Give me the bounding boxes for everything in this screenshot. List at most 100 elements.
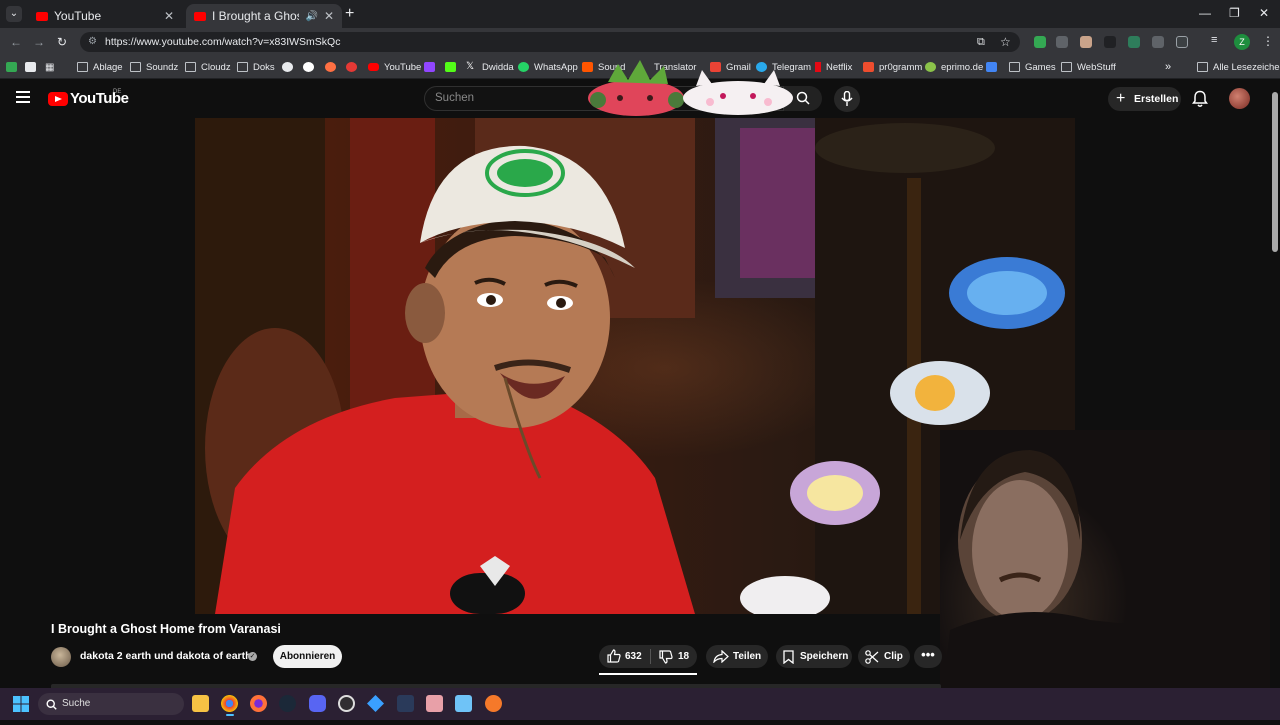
like-button[interactable]: 632 [599,645,650,668]
bookmark-icon-only[interactable] [6,59,22,75]
firefox-icon[interactable] [250,695,267,712]
extension-icon[interactable] [1056,36,1068,48]
profile-avatar[interactable]: Z [1234,34,1250,50]
channel-avatar[interactable] [51,647,71,667]
folder-icon [185,62,196,72]
clip-button[interactable]: Clip [858,645,910,668]
minimize-button[interactable]: — [1199,6,1211,20]
bookmark-netflix[interactable]: Netflix [815,59,852,75]
site-icon [282,62,293,72]
save-button[interactable]: Speichern [776,645,852,668]
share-button[interactable]: Teilen [706,645,768,668]
bookmark-soundz[interactable]: Soundz [130,59,178,75]
site-icon [986,62,997,72]
hamburger-menu-icon[interactable] [16,91,30,103]
twitch-icon [424,62,435,72]
discord-icon[interactable] [309,695,326,712]
bookmark-icon-only[interactable] [282,59,298,75]
clip-label: Clip [884,651,903,662]
bookmark-label: WebStuff [1077,61,1116,73]
more-actions-button[interactable]: ••• [914,645,942,668]
back-icon[interactable]: ← [10,35,22,49]
dislike-count: 18 [678,651,690,662]
blender-icon[interactable] [485,695,502,712]
menu-icon[interactable]: ⋮ [1262,34,1274,48]
bookmark-eprimo[interactable]: eprimo.de [925,59,983,75]
chrome-icon[interactable] [221,695,238,712]
extension-icon[interactable] [1080,36,1092,48]
bookmark-whatsapp[interactable]: WhatsApp [518,59,578,75]
save-label: Speichern [800,651,849,662]
extension-icon[interactable] [1034,36,1046,48]
thumbs-down-icon [659,650,673,664]
forward-icon[interactable]: → [33,35,45,49]
media-controls-icon[interactable]: ≡ [1211,34,1217,46]
bookmark-star-icon[interactable]: ☆ [1000,32,1011,52]
channel-name[interactable]: dakota 2 earth und dakota of earth [80,650,252,662]
reload-icon[interactable]: ↻ [57,35,67,49]
address-bar[interactable]: ⚙ https://www.youtube.com/watch?v=x83IWS… [80,32,1020,52]
taskbar-search[interactable]: Suche [38,693,184,715]
dislike-button[interactable]: 18 [651,645,697,668]
folder-icon [1009,62,1020,72]
tab-search-button[interactable]: ⌄ [6,6,22,22]
bookmark-icon-only[interactable] [25,59,41,75]
account-avatar[interactable] [1229,88,1250,109]
x-icon: 𝕏 [466,61,475,72]
site-icon [303,62,314,72]
steam-icon[interactable] [279,695,296,712]
bookmark-cloudz[interactable]: Cloudz [185,59,231,75]
bookmark-icon-only[interactable] [986,59,1002,75]
all-bookmarks[interactable]: Alle Lesezeichen [1197,59,1280,75]
bookmark-pr0gramm[interactable]: pr0gramm [863,59,922,75]
folder-icon [1061,62,1072,72]
notepad-icon[interactable] [455,695,472,712]
bookmark-webstuff[interactable]: WebStuff [1061,59,1116,75]
create-button[interactable]: + Erstellen [1108,87,1181,111]
netflix-icon [815,62,821,72]
bookmark-icon [783,650,794,664]
bookmarks-overflow-icon[interactable]: » [1165,59,1171,75]
audio-editor-icon[interactable] [397,695,414,712]
photos-icon[interactable] [426,695,443,712]
extensions-puzzle-icon[interactable] [1176,36,1188,48]
bookmark-icon-only[interactable] [325,59,341,75]
bookmark-dwidda[interactable]: 𝕏 Dwidda [466,59,514,75]
file-explorer-icon[interactable] [192,695,209,712]
notifications-bell-icon[interactable] [1192,90,1208,108]
speaker-icon[interactable]: 🔊 [305,11,317,22]
close-tab-icon[interactable]: ✕ [324,9,334,23]
taskbar-search-label: Suche [62,698,91,709]
close-window-button[interactable]: ✕ [1259,6,1269,20]
new-tab-button[interactable]: + [345,5,354,23]
extension-icon[interactable] [1104,36,1116,48]
restore-button[interactable]: ❐ [1229,6,1240,20]
extension-icon[interactable] [1152,36,1164,48]
folder-icon [130,62,141,72]
subscribe-button[interactable]: Abonnieren [273,645,342,668]
tab-youtube[interactable]: YouTube ✕ [28,4,182,28]
install-app-icon[interactable]: ⧉ [977,32,985,52]
bookmark-ablage[interactable]: Ablage [77,59,123,75]
bookmark-icon-only[interactable] [445,59,461,75]
scissors-icon [865,650,879,664]
extension-icon[interactable] [1128,36,1140,48]
bookmark-label: Dwidda [482,61,514,73]
bookmark-icon-only[interactable] [424,59,440,75]
youtube-icon [194,11,206,21]
scrollbar-thumb[interactable] [1272,92,1278,252]
obs-icon[interactable] [338,695,355,712]
bookmark-doks[interactable]: Doks [237,59,275,75]
bookmark-label: Games [1025,61,1056,73]
youtube-logo-icon[interactable] [48,92,68,106]
bookmark-icon-only[interactable] [303,59,319,75]
apps-grid-icon[interactable]: ▦ [45,59,54,75]
voice-search-button[interactable] [834,86,860,112]
bookmark-youtube[interactable]: YouTube [368,59,421,75]
tab-video[interactable]: I Brought a Ghost Home fro 🔊 ✕ [186,4,342,28]
bookmark-icon-only[interactable] [346,59,362,75]
windows-start-icon[interactable] [13,696,29,712]
close-tab-icon[interactable]: ✕ [164,9,174,23]
bookmark-games[interactable]: Games [1009,59,1056,75]
site-info-icon[interactable]: ⚙ [88,32,97,52]
